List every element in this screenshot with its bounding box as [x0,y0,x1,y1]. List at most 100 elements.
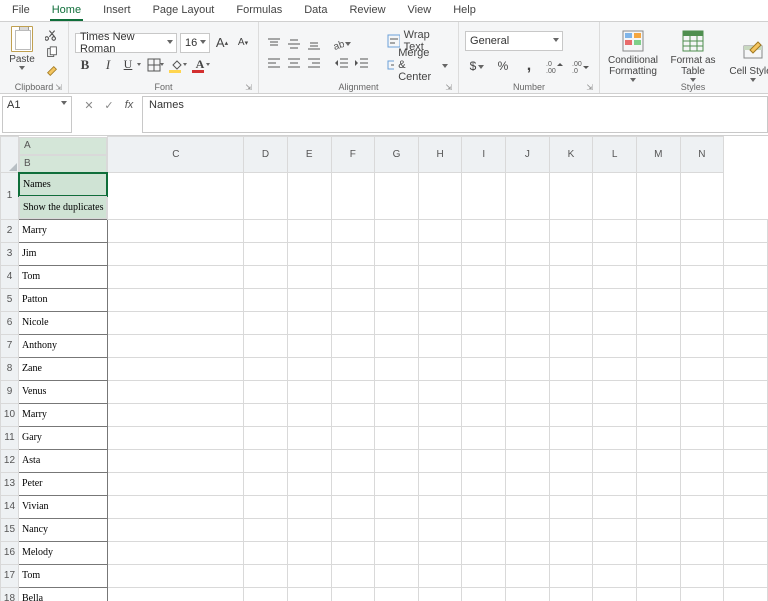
cell-F4[interactable] [375,265,419,288]
cell-K12[interactable] [593,449,637,472]
spreadsheet-grid[interactable]: ABCDEFGHIJKLMN1NamesShow the duplicates2… [0,136,768,601]
cell-M10[interactable] [680,403,724,426]
cell-D4[interactable] [287,265,331,288]
cell-N18[interactable] [724,587,768,601]
cell-A13[interactable]: Peter [18,472,108,495]
cell-I3[interactable] [506,242,550,265]
cell-L13[interactable] [636,472,680,495]
cell-F2[interactable] [375,219,419,242]
number-format-select[interactable]: General [465,31,563,51]
cell-N10[interactable] [724,403,768,426]
cell-I6[interactable] [506,311,550,334]
cell-C16[interactable] [244,541,288,564]
row-header-3[interactable]: 3 [1,242,19,265]
cell-M4[interactable] [680,265,724,288]
cell-N13[interactable] [724,472,768,495]
currency-button[interactable]: $ [465,57,489,75]
underline-button[interactable]: U [121,56,141,74]
cell-K1[interactable] [549,173,593,220]
cell-M9[interactable] [680,380,724,403]
cell-D12[interactable] [287,449,331,472]
cell-D7[interactable] [287,334,331,357]
cell-G15[interactable] [418,518,462,541]
cell-A7[interactable]: Anthony [18,334,108,357]
cell-A14[interactable]: Vivian [18,495,108,518]
cell-G16[interactable] [418,541,462,564]
cell-K18[interactable] [593,587,637,601]
cell-M12[interactable] [680,449,724,472]
conditional-formatting-button[interactable]: Conditional Formatting [606,28,660,82]
cell-B1[interactable]: Show the duplicates [19,196,108,219]
cell-I1[interactable] [462,173,506,220]
cell-A3[interactable]: Jim [18,242,108,265]
cell-B12[interactable] [108,449,244,472]
cell-C1[interactable] [108,173,244,220]
cell-D17[interactable] [287,564,331,587]
cell-J16[interactable] [549,541,593,564]
cell-A16[interactable]: Melody [18,541,108,564]
merge-center-button[interactable]: Merge & Center [383,55,452,75]
cell-N8[interactable] [724,357,768,380]
cell-L9[interactable] [636,380,680,403]
cell-G3[interactable] [418,242,462,265]
cell-H3[interactable] [462,242,506,265]
cell-J15[interactable] [549,518,593,541]
cell-C4[interactable] [244,265,288,288]
cell-F8[interactable] [375,357,419,380]
cell-E5[interactable] [331,288,375,311]
cell-F5[interactable] [375,288,419,311]
cell-E6[interactable] [331,311,375,334]
cell-L6[interactable] [636,311,680,334]
cell-H4[interactable] [462,265,506,288]
cell-J3[interactable] [549,242,593,265]
align-center-button[interactable] [285,55,303,71]
cell-N9[interactable] [724,380,768,403]
column-header-D[interactable]: D [244,137,288,173]
decrease-font-button[interactable]: A▾ [234,34,252,52]
cell-F12[interactable] [375,449,419,472]
cell-J17[interactable] [549,564,593,587]
column-header-J[interactable]: J [506,137,550,173]
font-size-select[interactable]: 16 [180,33,210,53]
cell-L17[interactable] [636,564,680,587]
cell-M2[interactable] [680,219,724,242]
percent-button[interactable]: % [491,57,515,75]
row-header-4[interactable]: 4 [1,265,19,288]
cell-F11[interactable] [375,426,419,449]
cell-G5[interactable] [418,288,462,311]
cell-B17[interactable] [108,564,244,587]
format-as-table-button[interactable]: Format as Table [666,28,720,82]
decrease-decimal-button[interactable]: .00.0 [569,57,593,75]
column-header-I[interactable]: I [462,137,506,173]
cell-A15[interactable]: Nancy [18,518,108,541]
cell-M13[interactable] [680,472,724,495]
italic-button[interactable]: I [98,56,118,74]
cell-D5[interactable] [287,288,331,311]
cell-C18[interactable] [244,587,288,601]
cell-N6[interactable] [724,311,768,334]
cell-E8[interactable] [331,357,375,380]
cell-G6[interactable] [418,311,462,334]
cell-I18[interactable] [506,587,550,601]
cell-B10[interactable] [108,403,244,426]
cell-I12[interactable] [506,449,550,472]
cell-E2[interactable] [331,219,375,242]
cell-M17[interactable] [680,564,724,587]
cell-C14[interactable] [244,495,288,518]
cell-K9[interactable] [593,380,637,403]
cell-H6[interactable] [462,311,506,334]
cell-I17[interactable] [506,564,550,587]
cell-G14[interactable] [418,495,462,518]
row-header-11[interactable]: 11 [1,426,19,449]
cell-L8[interactable] [636,357,680,380]
cell-K4[interactable] [593,265,637,288]
cell-A11[interactable]: Gary [18,426,108,449]
cell-C10[interactable] [244,403,288,426]
cell-J12[interactable] [549,449,593,472]
row-header-12[interactable]: 12 [1,449,19,472]
row-header-18[interactable]: 18 [1,587,19,601]
cell-K6[interactable] [593,311,637,334]
font-color-button[interactable]: A [190,56,210,74]
menu-tab-insert[interactable]: Insert [101,4,133,21]
cell-N17[interactable] [724,564,768,587]
